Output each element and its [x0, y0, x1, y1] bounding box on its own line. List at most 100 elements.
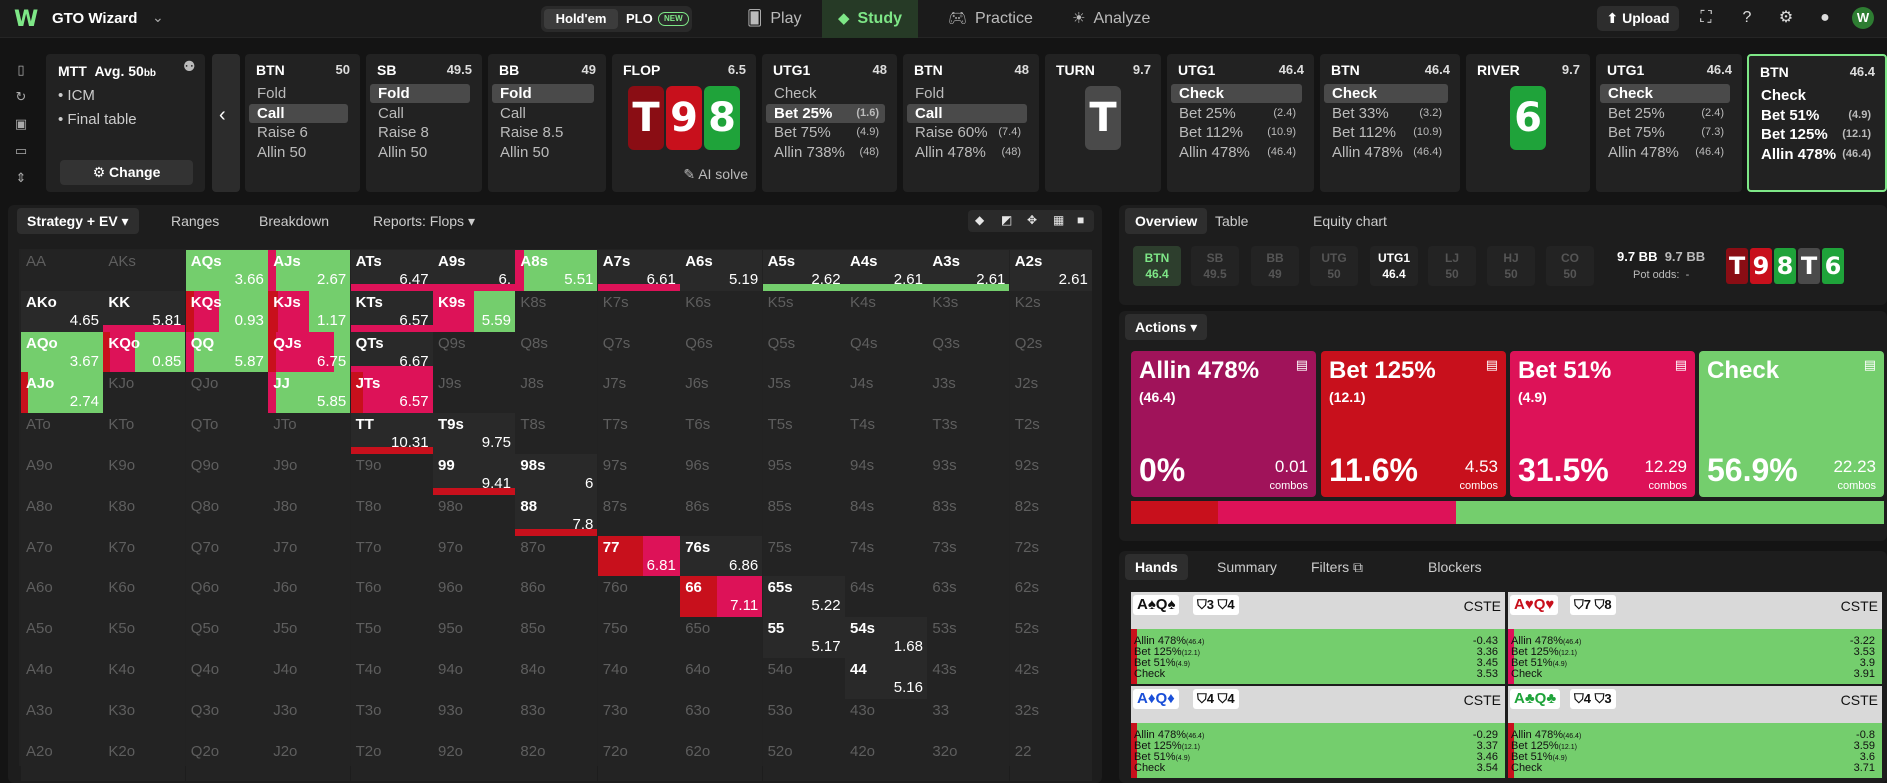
hand-cell[interactable]: K3o: [103, 698, 186, 740]
hand-cell[interactable]: 32o: [927, 739, 1010, 781]
hand-cell[interactable]: 65s 5.22: [762, 576, 845, 618]
action-card[interactable]: BTN 46.4 Check Bet 33% (3.2) Bet 112% (10.9) Al…: [1320, 54, 1460, 192]
ai-solve-button[interactable]: ✎ AI solve: [683, 166, 748, 183]
hand-cell[interactable]: 66 7.11: [680, 576, 763, 618]
hand-cell[interactable]: 82s: [1009, 494, 1092, 536]
nav-study[interactable]: ◆ Study: [822, 0, 918, 38]
hand-cell[interactable]: JJ 5.85: [268, 372, 351, 414]
action-card[interactable]: BB 49 Fold Call Raise 8.5 Allin 50: [488, 54, 606, 192]
hand-cell[interactable]: 73s: [927, 535, 1010, 577]
hand-cell[interactable]: AJo 2.74: [21, 372, 103, 414]
hand-cell[interactable]: 92s: [1009, 454, 1092, 495]
change-button[interactable]: ⚙ Change: [60, 160, 193, 185]
strip-action-item[interactable]: Call: [492, 104, 594, 123]
tab-filters[interactable]: Filters ⧉: [1301, 554, 1373, 580]
hand-cell[interactable]: 76o: [597, 576, 680, 618]
hand-cell[interactable]: J3s: [927, 372, 1010, 414]
note-icon[interactable]: ▤: [1486, 357, 1498, 373]
action-card[interactable]: UTG1 46.4 Check Bet 25% (2.4) Bet 75% (7.3) All…: [1596, 54, 1742, 192]
hand-cell[interactable]: J2s: [1009, 372, 1092, 414]
hand-cell[interactable]: 85o: [515, 617, 598, 659]
hand-cell[interactable]: Q2o: [185, 739, 268, 781]
strip-action-item[interactable]: Fold: [249, 84, 348, 103]
hand-cell[interactable]: A6o: [21, 576, 103, 618]
hand-cell[interactable]: T5o: [350, 617, 433, 659]
hand-cell[interactable]: 44 5.16: [845, 658, 927, 699]
hand-cell[interactable]: J3o: [268, 698, 351, 740]
hand-cell[interactable]: 22: [1009, 739, 1092, 781]
strip-action-item[interactable]: Allin 478% (46.4): [1324, 143, 1448, 162]
hand-detail-card[interactable]: A♣Q♣ ⛉4 ⛉3 CSTE Allin 478%(46.4) -0.8 Bet 125…: [1508, 686, 1882, 778]
hand-cell[interactable]: K7o: [103, 535, 186, 577]
square-icon[interactable]: ■: [1077, 213, 1084, 227]
hand-cell[interactable]: QTo: [185, 413, 268, 455]
actions-dropdown[interactable]: Actions ▾: [1125, 314, 1208, 340]
position-box[interactable]: HJ 50: [1487, 246, 1535, 286]
hand-cell[interactable]: A2s 2.61: [1009, 250, 1092, 291]
hand-cell[interactable]: 83o: [515, 698, 598, 740]
hand-cell[interactable]: T2o: [350, 739, 433, 781]
tab-equity-chart[interactable]: Equity chart: [1303, 208, 1397, 234]
position-box[interactable]: LJ 50: [1428, 246, 1476, 286]
hand-cell[interactable]: QJo: [185, 372, 268, 414]
hand-cell[interactable]: 32s: [1009, 698, 1092, 740]
street-card[interactable]: FLOP 6.5 T 9 8 ✎ AI solve: [612, 54, 756, 192]
strip-action-item[interactable]: Bet 75% (7.3): [1600, 123, 1730, 142]
hand-cell[interactable]: Q6s: [680, 331, 763, 373]
hand-cell[interactable]: K9s 5.59: [433, 290, 515, 332]
hand-cell[interactable]: T3s: [927, 413, 1010, 455]
hand-cell[interactable]: J8o: [268, 494, 351, 536]
tab-overview[interactable]: Overview: [1125, 208, 1208, 234]
hand-cell[interactable]: 94o: [433, 658, 515, 699]
street-card[interactable]: RIVER 9.7 6: [1466, 54, 1590, 192]
hand-cell[interactable]: 95o: [433, 617, 515, 659]
hand-cell[interactable]: 62s: [1009, 576, 1092, 618]
strip-action-item[interactable]: Allin 50: [249, 143, 348, 162]
strip-action-item[interactable]: Check: [1171, 84, 1302, 103]
strip-action-item[interactable]: Raise 60% (7.4): [907, 123, 1027, 142]
hand-cell[interactable]: Q8s: [515, 331, 598, 373]
strip-action-item[interactable]: Bet 33% (3.2): [1324, 104, 1448, 123]
hand-cell[interactable]: TT 10.31: [350, 413, 433, 455]
hand-cell[interactable]: Q5o: [185, 617, 268, 659]
hand-cell[interactable]: 72s: [1009, 535, 1092, 577]
strip-action-item[interactable]: Bet 125% (12.1): [1753, 125, 1877, 144]
hand-cell[interactable]: 83s: [927, 494, 1010, 536]
upload-button[interactable]: ⬆ Upload: [1597, 6, 1679, 31]
hand-cell[interactable]: KTo: [103, 413, 186, 455]
strip-action-item[interactable]: Fold: [492, 84, 594, 103]
position-box[interactable]: BB 49: [1251, 246, 1299, 286]
strip-action-item[interactable]: Check: [1600, 84, 1730, 103]
hand-cell[interactable]: T9s 9.75: [433, 413, 515, 455]
hand-cell[interactable]: 98o: [433, 494, 515, 536]
hand-cell[interactable]: K4o: [103, 658, 186, 699]
hand-cell[interactable]: K2s: [1009, 290, 1092, 332]
hand-cell[interactable]: Q9o: [185, 454, 268, 495]
nav-play[interactable]: 🂠 Play: [743, 0, 805, 38]
cube-icon[interactable]: ◆: [975, 213, 984, 227]
hand-cell[interactable]: J9s: [433, 372, 515, 414]
note-icon[interactable]: ▤: [1296, 357, 1308, 373]
hand-cell[interactable]: T6o: [350, 576, 433, 618]
strip-action-item[interactable]: Allin 478% (46.4): [1753, 145, 1877, 164]
hand-cell[interactable]: AJs 2.67: [268, 250, 351, 291]
hand-cell[interactable]: J7o: [268, 535, 351, 577]
strip-action-item[interactable]: Allin 50: [492, 143, 594, 162]
hand-cell[interactable]: Q7s: [597, 331, 680, 373]
hand-cell[interactable]: T5s: [762, 413, 845, 455]
hand-cell[interactable]: Q2s: [1009, 331, 1092, 373]
strip-action-item[interactable]: Call: [370, 104, 470, 123]
hand-cell[interactable]: J6s: [680, 372, 763, 414]
grid-icon[interactable]: ▦: [1053, 213, 1064, 227]
hand-cell[interactable]: AKs: [103, 250, 186, 291]
hand-cell[interactable]: A8s 5.51: [515, 250, 598, 291]
hand-cell[interactable]: 43o: [845, 698, 927, 740]
hand-cell[interactable]: AKo 4.65: [21, 290, 103, 332]
expand-icon[interactable]: ⇕: [10, 164, 32, 191]
hand-cell[interactable]: 87s: [597, 494, 680, 536]
hand-cell[interactable]: 53o: [762, 698, 845, 740]
plo-tab[interactable]: PLO: [626, 9, 653, 29]
hand-cell[interactable]: 93s: [927, 454, 1010, 495]
hand-detail-card[interactable]: A♥Q♥ ⛉7 ⛉8 CSTE Allin 478%(46.4) -3.22 Bet 12…: [1508, 592, 1882, 684]
hand-cell[interactable]: KTs 6.57: [350, 290, 433, 332]
